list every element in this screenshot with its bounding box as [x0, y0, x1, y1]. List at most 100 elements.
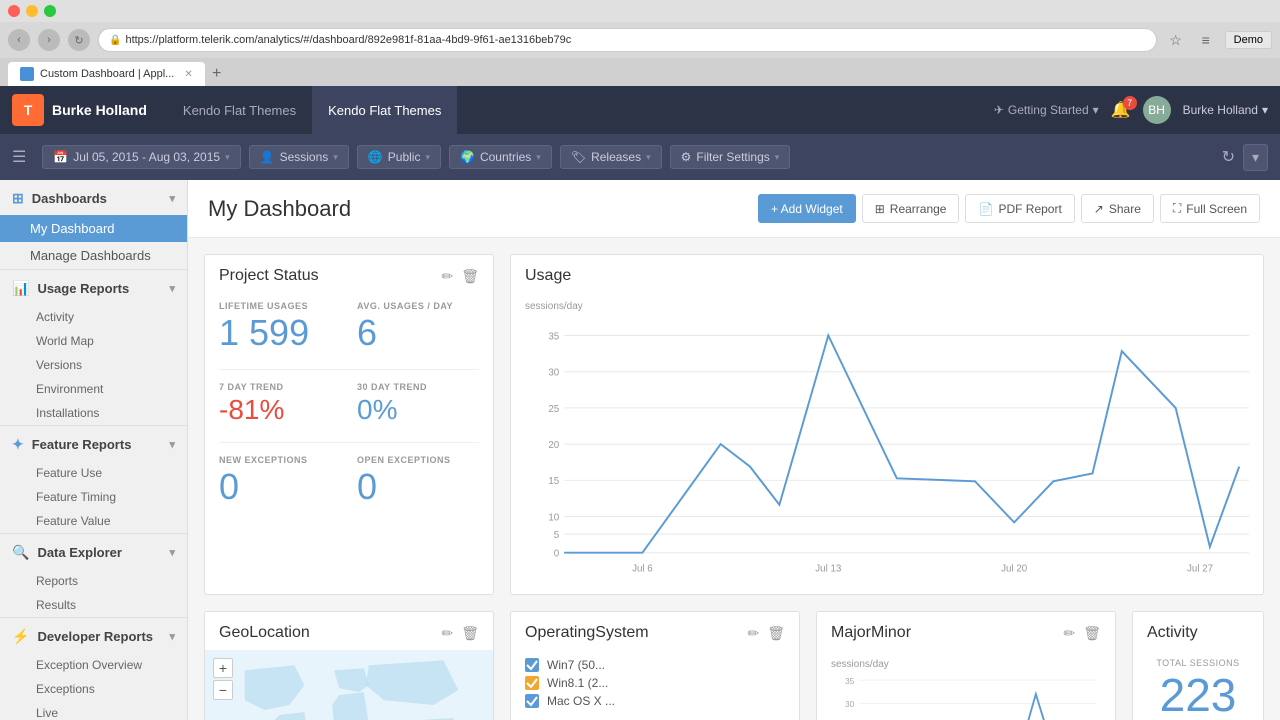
map-zoom-in-button[interactable]: + — [213, 658, 233, 678]
full-screen-button[interactable]: ⛶ Full Screen — [1160, 194, 1260, 223]
sessions-filter[interactable]: 👤 Sessions ▾ — [249, 145, 349, 169]
new-tab-button[interactable]: + — [205, 62, 229, 86]
pdf-report-button[interactable]: 📄 PDF Report — [965, 194, 1074, 223]
add-widget-button[interactable]: + Add Widget — [758, 194, 856, 223]
browser-forward-button[interactable]: › — [38, 29, 60, 51]
getting-started-icon: ✈ — [994, 103, 1004, 117]
demo-button[interactable]: Demo — [1225, 31, 1272, 49]
mac-title-bar — [0, 0, 1280, 22]
user-name: Burke Holland — [1183, 103, 1258, 117]
sidebar-item-exception-overview[interactable]: Exception Overview — [0, 653, 187, 677]
sidebar-item-installations[interactable]: Installations — [0, 401, 187, 425]
sidebar-item-environment[interactable]: Environment — [0, 377, 187, 401]
sidebar-item-versions[interactable]: Versions — [0, 353, 187, 377]
sidebar-item-world-map[interactable]: World Map — [0, 329, 187, 353]
sidebar-section-dashboards-header[interactable]: ⊞ Dashboards ▾ — [0, 180, 187, 215]
filter-settings-button[interactable]: ⚙ Filter Settings ▾ — [670, 145, 791, 169]
major-minor-delete-icon[interactable]: 🗑 — [1083, 625, 1101, 642]
url-text: https://platform.telerik.com/analytics/#… — [125, 34, 571, 46]
sidebar-toggle-button[interactable]: ☰ — [12, 147, 26, 167]
mac-fullscreen-dot[interactable] — [44, 5, 56, 17]
geo-delete-icon[interactable]: 🗑 — [461, 625, 479, 642]
os-macosx-label: Mac OS X ... — [547, 694, 615, 708]
os-edit-icon[interactable]: ✏ — [747, 625, 759, 642]
filter-settings-icon: ⚙ — [681, 150, 692, 164]
browser-back-button[interactable]: ‹ — [8, 29, 30, 51]
geo-header: GeoLocation ✏ 🗑 — [205, 612, 493, 650]
nav-item-kendo-flat-2[interactable]: Kendo Flat Themes — [312, 86, 457, 134]
os-win81-checkbox[interactable] — [525, 676, 539, 690]
tab-favicon — [20, 67, 34, 81]
releases-icon: 🏷 — [571, 150, 586, 164]
dashboards-label: Dashboards — [32, 191, 107, 206]
os-macosx-checkbox[interactable] — [525, 694, 539, 708]
refresh-button[interactable]: ↻ — [1222, 147, 1235, 167]
svg-text:Jul 27: Jul 27 — [1187, 563, 1213, 574]
feature-reports-icon: ✦ — [12, 436, 24, 453]
browser-menu-icon[interactable]: ≡ — [1195, 29, 1217, 51]
sidebar-section-feature-header[interactable]: ✦ Feature Reports ▾ — [0, 426, 187, 461]
project-status-stats: LIFETIME USAGES 1 599 AVG. USAGES / DAY … — [205, 293, 493, 365]
major-minor-chart: sessions/day 35 30 25 — [817, 650, 1115, 720]
geo-edit-icon[interactable]: ✏ — [441, 625, 453, 642]
project-status-edit-icon[interactable]: ✏ — [441, 268, 453, 285]
sidebar-section-data-explorer-header[interactable]: 🔍 Data Explorer ▾ — [0, 534, 187, 569]
project-status-trends: 7 DAY TREND -81% 30 DAY TREND 0% — [205, 374, 493, 438]
releases-arrow: ▾ — [646, 152, 651, 163]
map-zoom-out-button[interactable]: − — [213, 680, 233, 700]
date-range-filter[interactable]: 📅 Jul 05, 2015 - Aug 03, 2015 ▾ — [42, 145, 240, 169]
share-button[interactable]: ↗ Share — [1081, 194, 1154, 223]
sidebar-item-my-dashboard[interactable]: My Dashboard — [0, 215, 187, 242]
expand-button[interactable]: ▾ — [1243, 144, 1268, 171]
mac-close-dot[interactable] — [8, 5, 20, 17]
browser-tab[interactable]: Custom Dashboard | Appl... ✕ — [8, 62, 205, 86]
usage-title: Usage — [525, 267, 571, 285]
sidebar-item-feature-timing[interactable]: Feature Timing — [0, 485, 187, 509]
total-sessions-value: 223 — [1147, 672, 1249, 718]
os-win7-checkbox[interactable] — [525, 658, 539, 672]
releases-filter[interactable]: 🏷 Releases ▾ — [560, 145, 662, 169]
sidebar-item-feature-value[interactable]: Feature Value — [0, 509, 187, 533]
mac-minimize-dot[interactable] — [26, 5, 38, 17]
sidebar-section-developer-header[interactable]: ⚡ Developer Reports ▾ — [0, 618, 187, 653]
sidebar-item-manage-dashboards[interactable]: Manage Dashboards — [0, 242, 187, 269]
user-avatar: BH — [1143, 96, 1171, 124]
filter-settings-label: Filter Settings — [696, 150, 769, 164]
usage-expand-icon: ▾ — [169, 282, 175, 295]
feature-expand-icon: ▾ — [169, 438, 175, 451]
os-delete-icon[interactable]: 🗑 — [767, 625, 785, 642]
sidebar-item-reports[interactable]: Reports — [0, 569, 187, 593]
browser-refresh-button[interactable]: ↻ — [68, 29, 90, 51]
sidebar-item-results[interactable]: Results — [0, 593, 187, 617]
tab-close-button[interactable]: ✕ — [184, 69, 192, 80]
geo-widget: GeoLocation ✏ 🗑 — [204, 611, 494, 720]
sidebar-item-exceptions[interactable]: Exceptions — [0, 677, 187, 701]
notifications-bell[interactable]: 🔔 7 — [1111, 100, 1131, 120]
public-filter[interactable]: 🌐 Public ▾ — [357, 145, 441, 169]
url-bar[interactable]: 🔒 https://platform.telerik.com/analytics… — [98, 28, 1157, 52]
avg-usages-stat: AVG. USAGES / DAY 6 — [357, 301, 479, 351]
trend-7-stat: 7 DAY TREND -81% — [219, 382, 341, 424]
rearrange-button[interactable]: ⊞ Rearrange — [862, 194, 960, 223]
bookmark-icon[interactable]: ☆ — [1165, 29, 1187, 51]
usage-reports-label: Usage Reports — [37, 281, 129, 296]
sidebar-item-live[interactable]: Live — [0, 701, 187, 720]
pdf-label: PDF Report — [998, 202, 1061, 216]
dashboards-icon: ⊞ — [12, 190, 24, 207]
full-screen-icon: ⛶ — [1173, 201, 1181, 216]
geo-actions: ✏ 🗑 — [441, 625, 479, 642]
getting-started-link[interactable]: ✈ Getting Started ▾ — [994, 103, 1099, 117]
app-logo: T — [12, 94, 44, 126]
app-brand: Burke Holland — [52, 102, 147, 118]
header-actions: + Add Widget ⊞ Rearrange 📄 PDF Report ↗ … — [758, 194, 1260, 223]
user-menu[interactable]: Burke Holland ▾ — [1183, 103, 1268, 117]
sidebar-item-feature-use[interactable]: Feature Use — [0, 461, 187, 485]
sidebar-section-usage-header[interactable]: 📊 Usage Reports ▾ — [0, 270, 187, 305]
major-minor-edit-icon[interactable]: ✏ — [1063, 625, 1075, 642]
project-status-delete-icon[interactable]: 🗑 — [461, 268, 479, 285]
page-title: My Dashboard — [208, 196, 758, 222]
countries-filter[interactable]: 🌍 Countries ▾ — [449, 145, 552, 169]
sidebar-item-activity[interactable]: Activity — [0, 305, 187, 329]
nav-item-kendo-flat-1[interactable]: Kendo Flat Themes — [167, 86, 312, 134]
share-label: Share — [1109, 202, 1141, 216]
